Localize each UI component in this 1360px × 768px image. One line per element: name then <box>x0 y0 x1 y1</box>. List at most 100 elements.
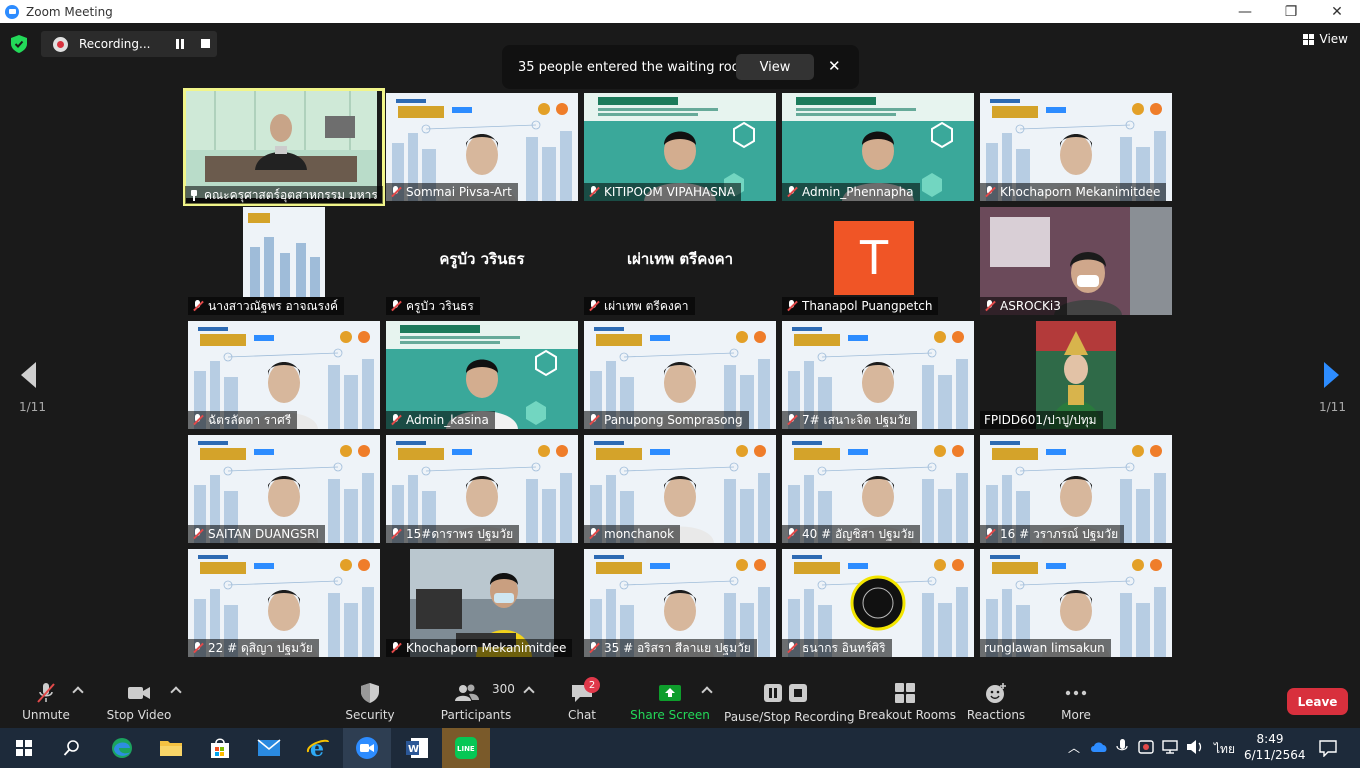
participant-name-bar: SAITAN DUANGSRI <box>188 525 325 543</box>
pin-icon <box>189 189 199 201</box>
tray-overflow-chevron-icon[interactable]: ︿ <box>1068 739 1080 756</box>
clock-date[interactable]: 6/11/2564 <box>1244 748 1306 762</box>
participant-name: ครูบัว วรินธร <box>406 298 474 313</box>
stop-recording-icon[interactable] <box>201 39 210 48</box>
participant-name-bar: FPIDD601/ปาปู/ปทุม <box>980 411 1103 429</box>
prev-page-arrow-icon[interactable] <box>18 360 38 390</box>
waiting-room-notification: 35 people entered the waiting room View … <box>502 45 859 89</box>
participant-name: 15#ดาราพร ปฐมวัย <box>406 526 514 541</box>
next-page-arrow-icon[interactable] <box>1322 360 1342 390</box>
security-button[interactable]: Security <box>340 677 400 728</box>
share-screen-icon <box>659 685 681 701</box>
zoom-window: Zoom Meeting — ❐ ✕ Recording... View 35 … <box>0 0 1360 768</box>
participant-tile[interactable]: Khochaporn Mekanimitdee <box>386 549 578 657</box>
participant-name: FPIDD601/ปาปู/ปทุม <box>984 412 1097 427</box>
minimize-button[interactable]: — <box>1222 0 1268 23</box>
close-window-button[interactable]: ✕ <box>1314 0 1360 23</box>
taskbar-mail[interactable] <box>245 728 293 768</box>
participant-tile[interactable]: Admin_Phennapha <box>782 93 974 201</box>
pause-stop-recording-button[interactable]: Pause/Stop Recording <box>724 677 854 728</box>
participant-tile[interactable]: ASROCKi3 <box>980 207 1172 315</box>
muted-mic-icon <box>390 642 401 654</box>
clock-time[interactable]: 8:49 <box>1250 732 1290 746</box>
participant-tile[interactable]: SAITAN DUANGSRI <box>188 435 380 543</box>
participant-tile[interactable]: Khochaporn Mekanimitdee <box>980 93 1172 201</box>
breakout-rooms-button[interactable]: Breakout Rooms <box>858 677 956 728</box>
participant-tile[interactable]: 22 # ดุสิญา ปฐมวัย <box>188 549 380 657</box>
network-icon[interactable] <box>1162 739 1180 755</box>
notification-view-button[interactable]: View <box>736 54 814 80</box>
taskbar-zoom[interactable] <box>343 728 391 768</box>
participant-tile[interactable]: ครูบัว วรินธร ครูบัว วรินธร <box>386 207 578 315</box>
onedrive-cloud-icon[interactable] <box>1090 741 1108 753</box>
participant-tile[interactable]: Admin_kasina <box>386 321 578 429</box>
more-dots-icon <box>1065 690 1087 696</box>
participant-tile[interactable]: 7# เสนาะจิต ปฐมวัย <box>782 321 974 429</box>
participant-name: Thanapol Puangpetch <box>802 299 933 313</box>
taskbar-search-button[interactable] <box>48 728 96 768</box>
prev-page-label: 1/11 <box>19 400 46 414</box>
view-button[interactable]: View <box>1302 32 1348 46</box>
unmute-button[interactable]: Unmute <box>16 677 76 728</box>
participant-name: เผ่าเทพ ตรีคงคา <box>604 298 689 313</box>
taskbar-line[interactable]: LINE <box>442 728 490 768</box>
participant-name: 40 # อัญชิสา ปฐมวัย <box>802 526 915 541</box>
chat-label: Chat <box>567 708 597 722</box>
security-label: Security <box>345 708 395 722</box>
volume-icon[interactable] <box>1186 739 1204 755</box>
taskbar-file-explorer[interactable] <box>147 728 195 768</box>
participant-tile[interactable]: คณะครุศาสตร์อุตสาหกรรม มหาร... <box>183 88 385 206</box>
participant-name: ASROCKi3 <box>1000 299 1061 313</box>
participant-tile[interactable]: 15#ดาราพร ปฐมวัย <box>386 435 578 543</box>
stop-video-button[interactable]: Stop Video <box>104 677 174 728</box>
participant-name: นางสาวณัฐพร อาจณรงค์ <box>208 298 338 313</box>
taskbar-store[interactable] <box>196 728 244 768</box>
svg-text:W: W <box>408 744 419 755</box>
participant-tile[interactable]: T Thanapol Puangpetch <box>782 207 974 315</box>
input-language[interactable]: ไทย <box>1214 740 1235 759</box>
participants-button[interactable]: 300 Participants <box>440 677 515 728</box>
start-button[interactable] <box>0 728 48 768</box>
tray-camera-icon[interactable] <box>1138 739 1156 755</box>
participant-name: runglawan limsakun <box>984 641 1105 655</box>
participant-tile[interactable]: 16 # วราภรณ์ ปฐมวัย <box>980 435 1172 543</box>
participants-count: 300 <box>492 682 515 696</box>
muted-mic-icon <box>37 683 55 703</box>
taskbar-edge[interactable] <box>98 728 146 768</box>
shield-icon[interactable] <box>11 35 27 53</box>
participant-tile[interactable]: FPIDD601/ปาปู/ปทุม <box>980 321 1172 429</box>
muted-mic-icon <box>588 300 599 312</box>
tray-mic-icon[interactable] <box>1116 739 1128 755</box>
participant-tile[interactable]: เผ่าเทพ ตรีคงคา เผ่าเทพ ตรีคงคา <box>584 207 776 315</box>
share-screen-button[interactable]: Share Screen <box>630 677 710 728</box>
participant-tile[interactable]: runglawan limsakun <box>980 549 1172 657</box>
taskbar-word[interactable]: W <box>393 728 441 768</box>
maximize-button[interactable]: ❐ <box>1268 0 1314 23</box>
muted-mic-icon <box>786 186 797 198</box>
participants-options-chevron-icon[interactable] <box>523 686 535 698</box>
participant-tile[interactable]: 40 # อัญชิสา ปฐมวัย <box>782 435 974 543</box>
participant-tile[interactable]: monchanok <box>584 435 776 543</box>
leave-button[interactable]: Leave <box>1287 688 1348 715</box>
participant-name-bar: 7# เสนาะจิต ปฐมวัย <box>782 411 917 429</box>
reactions-button[interactable]: Reactions <box>964 677 1028 728</box>
participant-tile[interactable]: นางสาวณัฐพร อาจณรงค์ <box>188 207 380 315</box>
participant-tile[interactable]: ฉัตรลัดดา ราศรี <box>188 321 380 429</box>
muted-mic-icon <box>984 300 995 312</box>
participant-tile[interactable]: Sommai Pivsa-Art <box>386 93 578 201</box>
notification-close-icon[interactable]: ✕ <box>828 57 841 75</box>
participant-tile[interactable]: Panupong Somprasong <box>584 321 776 429</box>
muted-mic-icon <box>192 300 203 312</box>
taskbar-internet-explorer[interactable]: e <box>294 728 342 768</box>
participants-label: Participants <box>440 708 512 722</box>
participant-tile[interactable]: 35 # อริสรา สีลาแย ปฐมวัย <box>584 549 776 657</box>
share-screen-label: Share Screen <box>630 708 710 722</box>
notifications-icon[interactable] <box>1319 739 1337 757</box>
participant-name: Admin_Phennapha <box>802 185 914 199</box>
title-bar: Zoom Meeting — ❐ ✕ <box>0 0 1360 23</box>
participant-tile[interactable]: ธนากร อินทร์ศิริ <box>782 549 974 657</box>
more-button[interactable]: More <box>1054 677 1098 728</box>
muted-mic-icon <box>984 186 995 198</box>
pause-recording-icon[interactable] <box>175 39 185 49</box>
participant-tile[interactable]: KITIPOOM VIPAHASNA <box>584 93 776 201</box>
